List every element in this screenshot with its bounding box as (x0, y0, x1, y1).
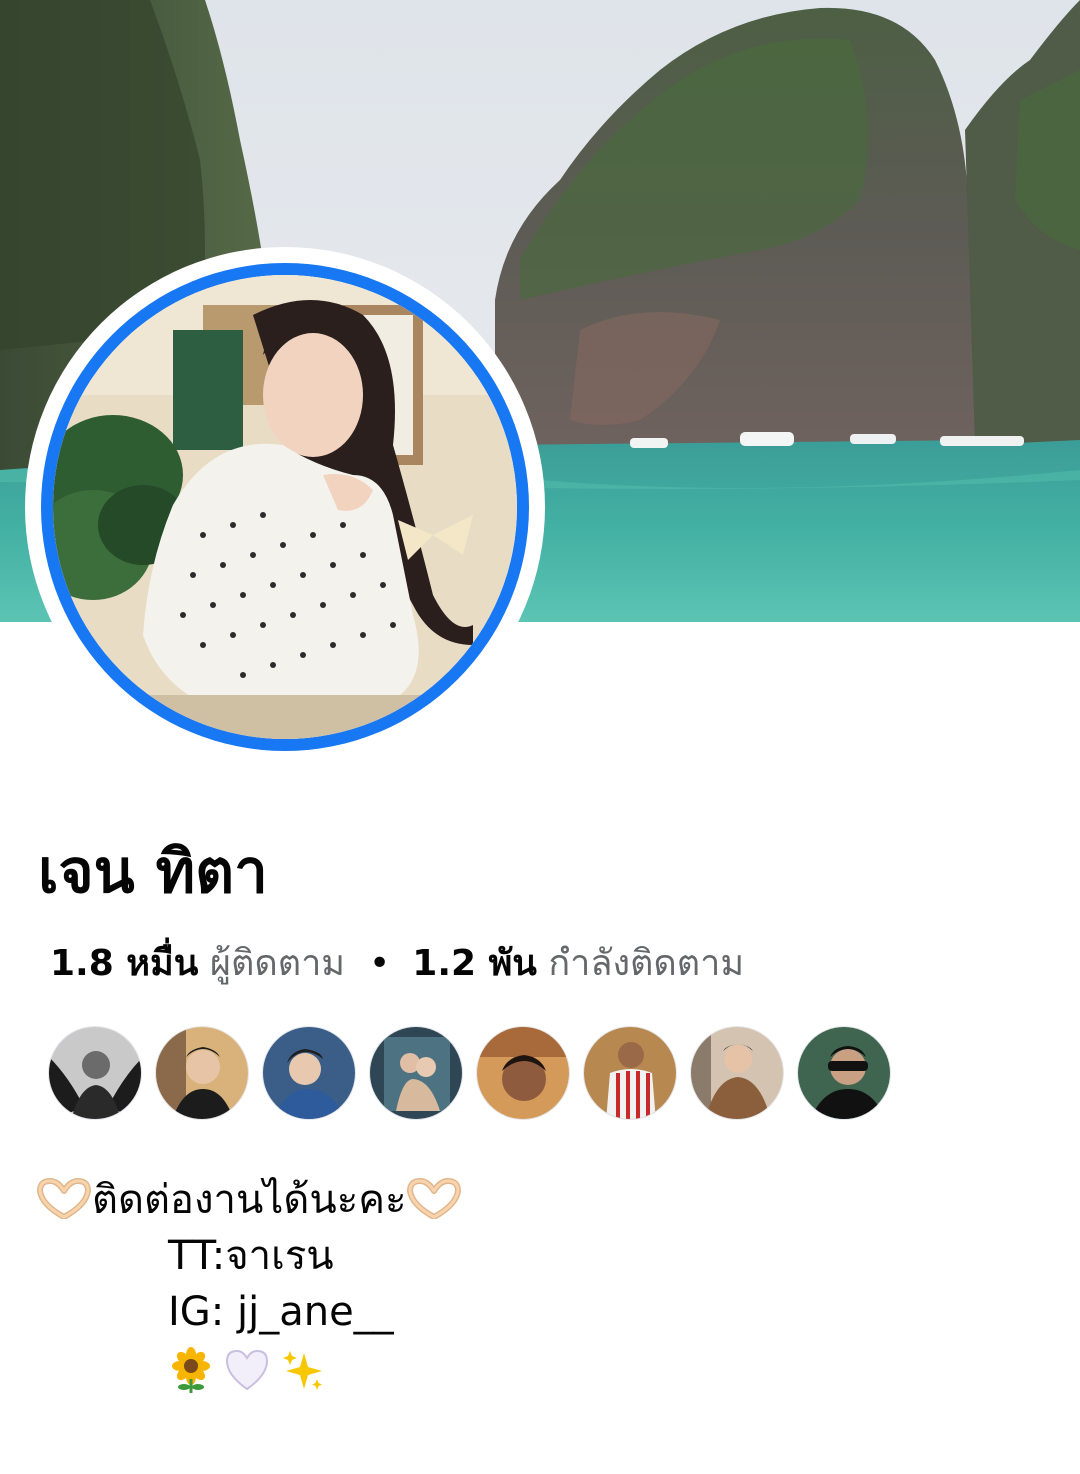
friend-avatar[interactable] (476, 1026, 570, 1120)
bio-line-emojis (36, 1340, 462, 1396)
story-ring (41, 263, 529, 751)
bio-section: ติดต่องานได้นะคะ TT:จาเรน IG: jj_ane__ (36, 1172, 462, 1396)
friend-avatar[interactable] (155, 1026, 249, 1120)
heart-hands-icon (36, 1177, 92, 1220)
profile-picture[interactable] (25, 247, 545, 767)
heart-hands-icon (406, 1177, 462, 1220)
follow-stats: 1.8 หมื่น ผู้ติดตาม • 1.2 พัน กำลังติดตาม (50, 936, 744, 992)
following-count: 1.2 พัน (412, 943, 537, 984)
friend-avatar[interactable] (690, 1026, 784, 1120)
friend-avatar[interactable] (369, 1026, 463, 1120)
friend-avatar[interactable] (583, 1026, 677, 1120)
followers-link[interactable]: 1.8 หมื่น ผู้ติดตาม (50, 943, 345, 984)
sparkles-icon (280, 1347, 326, 1393)
friend-avatar[interactable] (48, 1026, 142, 1120)
bio-line-instagram: IG: jj_ane__ (168, 1289, 394, 1335)
following-label: กำลังติดตาม (548, 943, 745, 984)
bio-line-1: ติดต่องานได้นะคะ (36, 1172, 462, 1228)
white-heart-icon (224, 1347, 270, 1393)
profile-name: เจน ทิตา (38, 837, 268, 907)
following-link[interactable]: 1.2 พัน กำลังติดตาม (412, 943, 744, 984)
stats-separator: • (369, 943, 391, 984)
followers-count: 1.8 หมื่น (50, 943, 199, 984)
bio-contact-text: ติดต่องานได้นะคะ (92, 1177, 407, 1223)
sunflower-icon (168, 1347, 214, 1393)
bio-line-tiktok: TT:จาเรน (168, 1233, 334, 1279)
friend-avatar[interactable] (262, 1026, 356, 1120)
friend-avatar[interactable] (797, 1026, 891, 1120)
profile-photo (53, 275, 517, 739)
followers-label: ผู้ติดตาม (209, 943, 346, 984)
